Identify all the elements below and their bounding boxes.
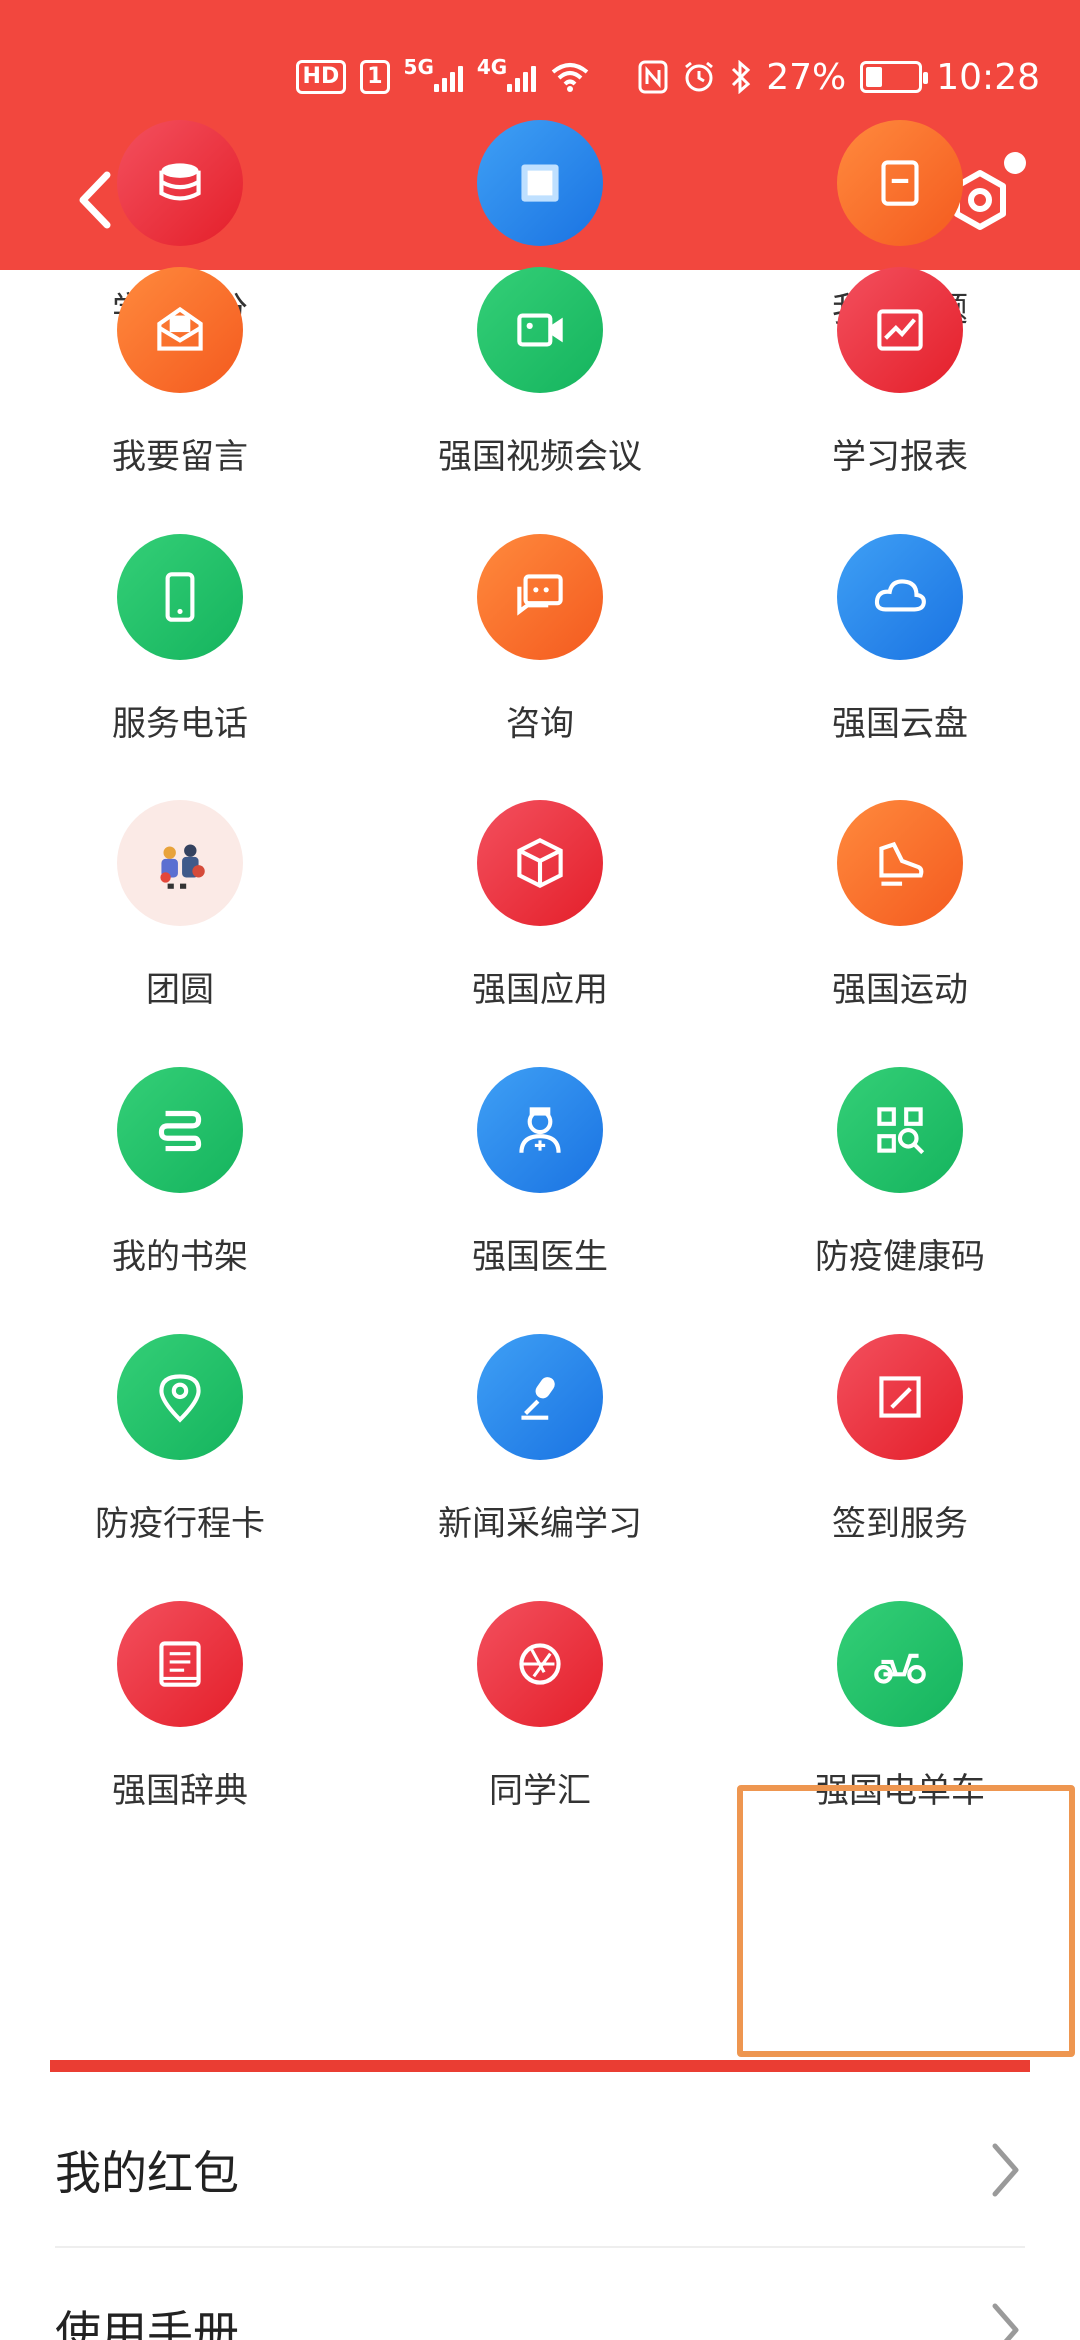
dictionary-icon <box>117 1601 243 1727</box>
grid-item-label: 强国运动 <box>832 970 968 1010</box>
grid-item-label: 同学汇 <box>489 1771 591 1811</box>
grid-item-label: 咨询 <box>506 704 574 744</box>
shop-icon <box>477 120 603 246</box>
reunion-illustration-icon <box>117 800 243 926</box>
sign-in-icon <box>837 1334 963 1460</box>
e-bike-icon <box>837 1601 963 1727</box>
clock: 10:28 <box>936 56 1040 98</box>
list-item-label: 使用手册 <box>55 2306 239 2340</box>
hd-icon: HD <box>295 60 347 94</box>
doctor-icon <box>477 1067 603 1193</box>
grid-item-12[interactable]: 强国运动 <box>720 800 1080 1067</box>
grid-item-18[interactable]: 签到服务 <box>720 1334 1080 1601</box>
grid-item-label: 服务电话 <box>112 704 248 744</box>
phone-icon <box>117 534 243 660</box>
grid-item-14[interactable]: 强国医生 <box>360 1067 720 1334</box>
status-bar: HD 1 5G 4G 27% 10:28 <box>295 52 1040 102</box>
grid-item-7[interactable]: 服务电话 <box>0 534 360 801</box>
highlight-frame <box>737 1785 1075 2057</box>
battery-percent: 27% <box>766 56 847 98</box>
row-divider <box>55 2246 1025 2248</box>
chart-report-icon <box>837 267 963 393</box>
grid-item-label: 防疫行程卡 <box>95 1504 265 1544</box>
list-item-manual[interactable]: 使用手册 <box>55 2270 1025 2340</box>
nfc-icon <box>638 60 668 94</box>
grid-item-label: 防疫健康码 <box>815 1237 985 1277</box>
sim-icon: 1 <box>360 60 390 94</box>
grid-item-label: 学习报表 <box>832 437 968 477</box>
grid-item-6[interactable]: 学习报表 <box>720 267 1080 534</box>
list-item-label: 我的红包 <box>55 2146 239 2200</box>
sneaker-icon <box>837 800 963 926</box>
grid-item-9[interactable]: 强国云盘 <box>720 534 1080 801</box>
grid-item-15[interactable]: 防疫健康码 <box>720 1067 1080 1334</box>
grid-item-label: 我要留言 <box>112 437 248 477</box>
grid-item-13[interactable]: 我的书架 <box>0 1067 360 1334</box>
quiz-icon <box>837 120 963 246</box>
grid-item-label: 强国云盘 <box>832 704 968 744</box>
qr-scan-icon <box>837 1067 963 1193</box>
battery-icon <box>860 61 929 93</box>
location-pin-icon <box>117 1334 243 1460</box>
grid-item-label: 新闻采编学习 <box>438 1504 642 1544</box>
video-camera-icon <box>477 267 603 393</box>
cloud-icon <box>837 534 963 660</box>
grid-item-19[interactable]: 强国辞典 <box>0 1601 360 1868</box>
grid-item-20[interactable]: 同学汇 <box>360 1601 720 1868</box>
signal-4g-icon: 4G <box>477 55 537 92</box>
bluetooth-icon <box>730 60 752 94</box>
microphone-icon <box>477 1334 603 1460</box>
chevron-right-icon <box>985 2140 1025 2200</box>
cube-icon <box>477 800 603 926</box>
aperture-icon <box>477 1601 603 1727</box>
section-divider <box>50 2060 1030 2072</box>
signal-5g-icon: 5G <box>404 55 463 92</box>
grid-item-label: 签到服务 <box>832 1504 968 1544</box>
wifi-icon <box>550 61 590 93</box>
grid-item-5[interactable]: 强国视频会议 <box>360 267 720 534</box>
chat-bubbles-icon <box>477 534 603 660</box>
grid-item-label: 强国视频会议 <box>438 437 642 477</box>
database-icon <box>117 120 243 246</box>
grid-item-17[interactable]: 新闻采编学习 <box>360 1334 720 1601</box>
bookshelf-icon <box>117 1067 243 1193</box>
grid-item-8[interactable]: 咨询 <box>360 534 720 801</box>
list-item-red-packet[interactable]: 我的红包 <box>55 2110 1025 2230</box>
grid-item-label: 强国辞典 <box>112 1771 248 1811</box>
mail-message-icon <box>117 267 243 393</box>
grid-item-label: 我的书架 <box>112 1237 248 1277</box>
alarm-icon <box>682 60 716 94</box>
grid-item-16[interactable]: 防疫行程卡 <box>0 1334 360 1601</box>
chevron-right-icon <box>985 2300 1025 2340</box>
grid-item-label: 团圆 <box>146 970 214 1010</box>
grid-item-label: 强国医生 <box>472 1237 608 1277</box>
grid-item-label: 强国应用 <box>472 970 608 1010</box>
grid-item-11[interactable]: 强国应用 <box>360 800 720 1067</box>
grid-item-4[interactable]: 我要留言 <box>0 267 360 534</box>
grid-item-10[interactable]: 团圆 <box>0 800 360 1067</box>
